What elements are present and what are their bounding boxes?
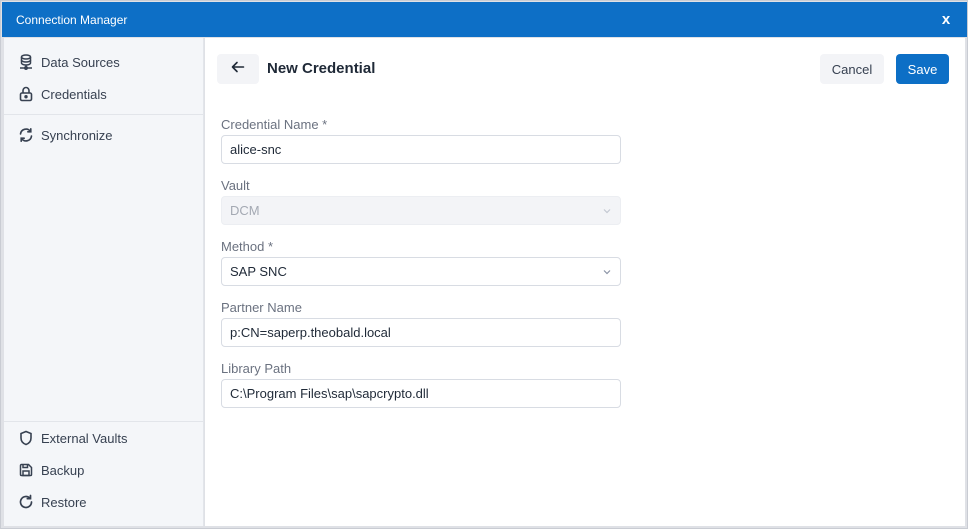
method-select[interactable]: SAP SNC (221, 257, 621, 286)
chevron-down-icon (603, 270, 611, 275)
shield-icon (17, 429, 35, 447)
restore-icon (17, 493, 35, 511)
sidebar-item-restore[interactable]: Restore (4, 487, 204, 517)
sidebar-item-label: Backup (41, 462, 85, 478)
close-button[interactable]: x (933, 6, 959, 32)
vault-select: DCM (221, 196, 621, 225)
library-path-input[interactable]: C:\Program Files\sap\sapcrypto.dll (221, 379, 621, 408)
sidebar-item-label: Synchronize (41, 127, 113, 143)
chevron-down-icon (603, 209, 611, 214)
page-title: New Credential (267, 60, 376, 77)
sidebar-item-external-vaults[interactable]: External Vaults (4, 423, 204, 453)
sync-icon (17, 126, 35, 144)
sidebar-item-synchronize[interactable]: Synchronize (4, 120, 204, 150)
vault-label: Vault (221, 178, 250, 193)
library-path-label: Library Path (221, 361, 292, 376)
partner-name-value: p:CN=saperp.theobald.local (230, 325, 391, 340)
library-path-value: C:\Program Files\sap\sapcrypto.dll (230, 386, 429, 401)
save-disk-icon (17, 461, 35, 479)
partner-name-label: Partner Name (221, 300, 302, 315)
back-button[interactable] (217, 54, 259, 84)
sidebar-item-label: Credentials (41, 86, 107, 102)
sidebar: Data Sources Credentials Synchronize Ext… (4, 38, 204, 526)
sidebar-item-data-sources[interactable]: Data Sources (4, 47, 204, 77)
save-button[interactable]: Save (896, 54, 949, 84)
arrow-left-icon (231, 60, 245, 78)
cancel-button[interactable]: Cancel (820, 54, 884, 84)
sidebar-divider (4, 114, 204, 115)
vault-value: DCM (230, 203, 260, 218)
connection-manager-window: Connection Manager x Data Sources Creden… (0, 0, 968, 529)
partner-name-input[interactable]: p:CN=saperp.theobald.local (221, 318, 621, 347)
database-icon (17, 53, 35, 71)
title-bar: Connection Manager x (2, 2, 967, 37)
sidebar-item-label: Restore (41, 494, 87, 510)
sidebar-divider (4, 421, 204, 422)
sidebar-item-backup[interactable]: Backup (4, 455, 204, 485)
lock-icon (17, 85, 35, 103)
main-panel: New Credential Cancel Save Credential Na… (205, 38, 965, 526)
credential-name-label: Credential Name * (221, 117, 328, 132)
sidebar-item-label: Data Sources (41, 54, 120, 70)
window-title: Connection Manager (16, 12, 128, 27)
method-label: Method * (221, 239, 274, 254)
close-icon: x (941, 10, 951, 28)
sidebar-item-credentials[interactable]: Credentials (4, 79, 204, 109)
sidebar-item-label: External Vaults (41, 430, 128, 446)
method-value: SAP SNC (230, 264, 287, 279)
credential-name-value: alice-snc (230, 142, 282, 157)
credential-name-input[interactable]: alice-snc (221, 135, 621, 164)
